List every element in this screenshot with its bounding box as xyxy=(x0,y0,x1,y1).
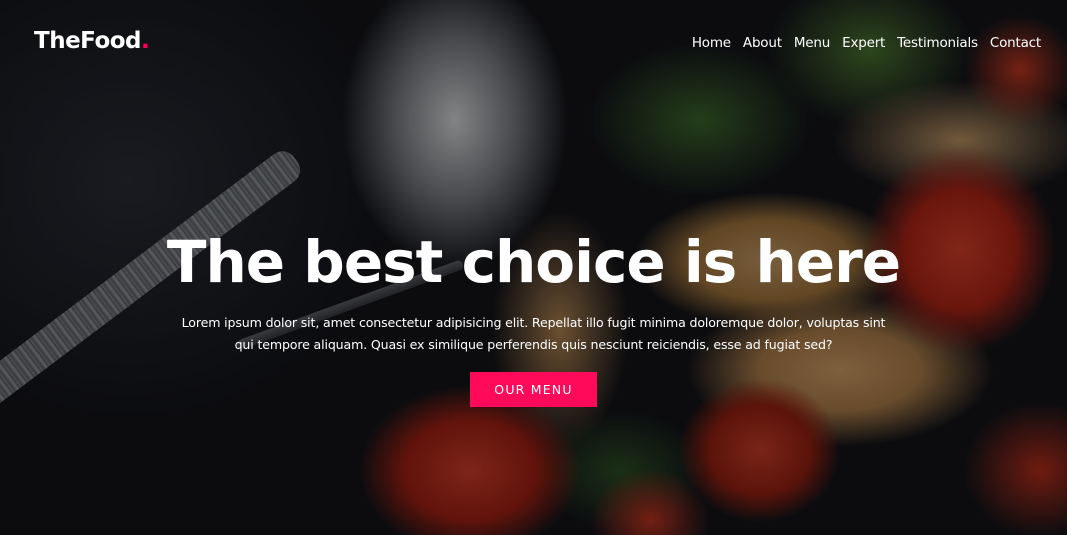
nav-item-testimonials[interactable]: Testimonials xyxy=(897,33,978,53)
nav-item-about[interactable]: About xyxy=(743,33,782,53)
site-header: TheFood. Home About Menu Expert Testimon… xyxy=(0,0,1067,86)
nav-item-menu[interactable]: Menu xyxy=(794,33,830,53)
hero-title: The best choice is here xyxy=(166,228,901,296)
nav-item-home[interactable]: Home xyxy=(692,33,731,53)
brand-dot: . xyxy=(141,28,150,54)
our-menu-button[interactable]: OUR MENU xyxy=(470,372,597,407)
main-nav: Home About Menu Expert Testimonials Cont… xyxy=(692,33,1041,53)
brand-name: TheFood xyxy=(34,28,142,54)
brand-logo[interactable]: TheFood. xyxy=(34,26,150,56)
nav-item-contact[interactable]: Contact xyxy=(990,33,1041,53)
nav-item-expert[interactable]: Expert xyxy=(842,33,885,53)
hero-description: Lorem ipsum dolor sit, amet consectetur … xyxy=(181,315,886,352)
hero-section: The best choice is here Lorem ipsum dolo… xyxy=(150,215,917,407)
